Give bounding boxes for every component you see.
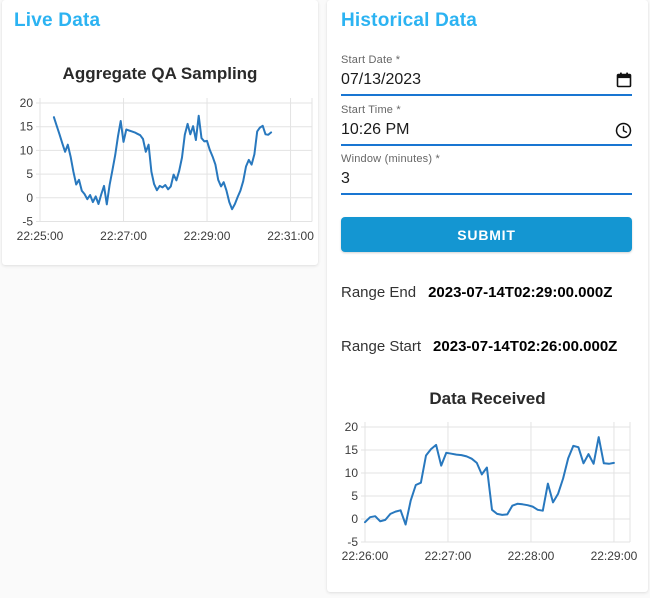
start-time-label: Start Time * [341, 104, 401, 116]
start-date-field[interactable]: Start Date * 07/13/2023 [341, 54, 632, 96]
start-date-underline [341, 94, 632, 96]
live-chart-title: Aggregate QA Sampling [62, 64, 258, 83]
range-start-value: 2023-07-14T02:26:00.000Z [433, 338, 618, 355]
submit-button[interactable]: SUBMIT [341, 217, 632, 252]
start-date-label: Start Date * [341, 54, 401, 66]
dashboard-page: Live Data Aggregate QA Sampling -5 0 5 10 15… [0, 0, 650, 598]
start-date-input[interactable]: 07/13/2023 [341, 71, 421, 89]
window-minutes-input[interactable]: 3 [341, 170, 350, 188]
svg-text:0: 0 [351, 512, 358, 526]
start-date-row: 07/13/2023 [341, 69, 632, 91]
svg-text:5: 5 [351, 489, 358, 503]
svg-text:22:28:00: 22:28:00 [508, 549, 555, 563]
svg-text:22:29:00: 22:29:00 [591, 549, 638, 563]
svg-text:22:29:00: 22:29:00 [184, 229, 231, 243]
svg-text:20: 20 [20, 96, 34, 110]
svg-text:22:27:00: 22:27:00 [100, 229, 147, 243]
svg-text:-5: -5 [22, 215, 33, 229]
svg-text:5: 5 [26, 167, 33, 181]
svg-text:0: 0 [26, 191, 33, 205]
svg-text:22:26:00: 22:26:00 [342, 549, 389, 563]
start-time-underline [341, 144, 632, 146]
window-minutes-field[interactable]: Window (minutes) * 3 [341, 153, 632, 195]
svg-text:-5: -5 [347, 535, 358, 549]
start-time-input[interactable]: 10:26 PM [341, 121, 409, 139]
svg-text:22:31:00: 22:31:00 [267, 229, 314, 243]
start-time-row: 10:26 PM [341, 119, 632, 141]
svg-text:15: 15 [345, 443, 359, 457]
svg-text:10: 10 [20, 143, 34, 157]
start-time-field[interactable]: Start Time * 10:26 PM [341, 104, 632, 146]
window-minutes-underline [341, 193, 632, 195]
range-end-label: Range End [341, 284, 417, 301]
svg-text:10: 10 [345, 466, 359, 480]
range-start-row: Range Start 2023-07-14T02:26:00.000Z [341, 338, 617, 355]
svg-text:22:25:00: 22:25:00 [17, 229, 64, 243]
clock-icon[interactable] [615, 122, 632, 139]
live-data-heading: Live Data [14, 10, 101, 31]
range-end-row: Range End 2023-07-14T02:29:00.000Z [341, 284, 612, 301]
svg-text:20: 20 [345, 420, 359, 434]
historical-data-heading: Historical Data [341, 10, 478, 31]
window-minutes-row: 3 [341, 168, 632, 190]
range-end-value: 2023-07-14T02:29:00.000Z [428, 284, 613, 301]
svg-text:15: 15 [20, 120, 34, 134]
live-data-panel: Live Data Aggregate QA Sampling -5 0 5 10 15… [2, 0, 318, 265]
calendar-icon[interactable] [615, 72, 632, 89]
range-start-label: Range Start [341, 338, 422, 355]
window-minutes-label: Window (minutes) * [341, 153, 440, 165]
live-chart: -5 0 5 10 15 20 22:25:00 22:27:00 22:29:00 22:31:… [17, 96, 315, 243]
svg-text:22:27:00: 22:27:00 [425, 549, 472, 563]
historical-data-panel: Historical Data Start Date * 07/13/2023 [327, 0, 648, 592]
historical-chart: -5 0 5 10 15 20 22:26:00 22:27:00 22:28:00 22:29:… [342, 420, 638, 563]
historical-chart-title: Data Received [429, 389, 546, 408]
